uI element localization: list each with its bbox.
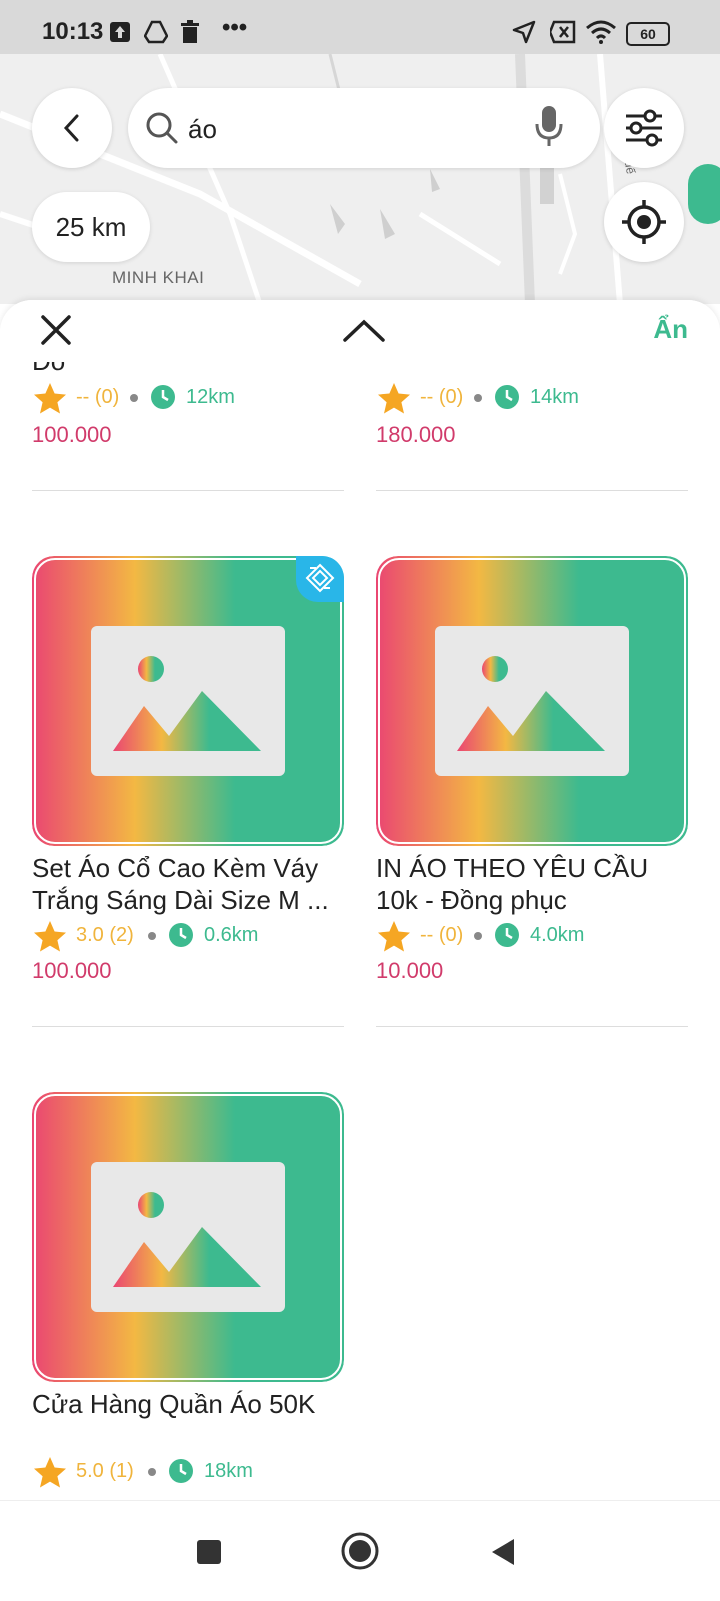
product-thumbnail[interactable] [32,1092,344,1382]
divider [32,1026,344,1027]
badge-icon [305,563,335,593]
product-meta: 5.0 (1) 18km [32,1456,344,1488]
close-icon[interactable] [40,314,72,346]
product-thumbnail[interactable] [32,556,344,846]
clock-icon [169,923,193,947]
meta-separator [148,932,156,940]
trash-notification-icon [181,20,199,43]
circle-nav-icon[interactable] [340,1531,380,1571]
clock-icon [151,385,175,409]
badge [296,556,344,602]
product-distance: 14km [530,386,579,408]
search-input[interactable] [186,108,530,150]
product-rating: -- (0) [420,924,464,946]
product-rating: 5.0 (1) [76,1460,134,1482]
product-meta: -- (0) 14km [376,382,688,414]
filter-button[interactable] [604,88,684,168]
product-price: 10.000 [376,958,444,983]
divider [376,490,688,491]
star-icon [378,383,410,414]
clock-icon [169,1459,193,1483]
star-icon [34,921,66,952]
results-list[interactable]: Đỏ -- (0) 12km 100.000 -- (0) 14km 180.0… [0,300,720,1500]
product-rating: -- (0) [420,386,464,408]
triangle-back-icon[interactable] [490,1537,516,1567]
product-price: 100.000 [32,422,112,447]
product-name-line: Trắng Sáng Dài Size M ... [32,885,329,915]
product-distance: 4.0km [530,924,585,946]
map-area-label: MINH KHAI [112,268,205,287]
image-placeholder-icon [376,556,688,846]
filter-sliders-icon [626,109,662,147]
star-icon [34,383,66,414]
drive-notification-icon [144,20,168,44]
sim-icon [550,20,576,44]
location-arrow-icon [512,20,536,44]
product-distance: 18km [204,1460,253,1482]
meta-separator [474,932,482,940]
wifi-icon [586,20,616,44]
back-button[interactable] [32,88,112,168]
divider [32,490,344,491]
hide-button[interactable]: Ẩn [653,314,688,345]
meta-separator [474,394,482,402]
product-distance: 12km [186,386,235,408]
square-nav-icon[interactable] [196,1539,222,1565]
sheet-header: Ẩn [0,300,720,362]
product-name: Set Áo Cổ Cao Kèm Váy Trắng Sáng Dài Siz… [32,852,344,916]
product-name-line: 10k - Đồng phục [376,885,567,915]
clock-icon [495,385,519,409]
product-name-line: Set Áo Cổ Cao Kèm Váy [32,853,319,883]
system-nav-bar [0,1500,720,1601]
product-rating: 3.0 (2) [76,924,134,946]
battery-level: 60 [640,26,656,42]
product-rating: -- (0) [76,386,120,408]
status-bar: 10:13 ••• 60 [0,0,720,54]
star-icon [34,1457,66,1488]
locate-icon [622,200,666,244]
search-icon [146,112,178,144]
mic-icon[interactable] [534,106,564,150]
battery-icon: 60 [626,22,670,46]
image-placeholder-icon [32,1092,344,1382]
results-sheet[interactable]: Đỏ -- (0) 12km 100.000 -- (0) 14km 180.0… [0,300,720,1500]
product-price: 100.000 [32,958,112,983]
status-time: 10:13 [42,18,104,45]
locate-button[interactable] [604,182,684,262]
more-notifications-icon: ••• [222,14,248,41]
product-meta: -- (0) 12km [32,382,344,414]
product-name-line: IN ÁO THEO YÊU CẦU [376,853,649,883]
meta-separator [148,1468,156,1476]
search-bar[interactable] [128,88,600,168]
product-distance: 0.6km [204,924,259,946]
back-arrow-icon [63,114,79,142]
star-icon [378,921,410,952]
product-thumbnail[interactable] [376,556,688,846]
clock-icon [495,923,519,947]
product-meta: 3.0 (2) 0.6km [32,920,344,952]
divider [376,1026,688,1027]
product-meta: -- (0) 4.0km [376,920,688,952]
meta-separator [130,394,138,402]
product-price: 180.000 [376,422,456,447]
chevron-up-icon[interactable] [342,318,386,344]
map-pin-partial[interactable] [688,164,720,224]
upload-notification-icon [110,22,130,42]
product-name: IN ÁO THEO YÊU CẦU 10k - Đồng phục [376,852,688,916]
product-name: Cửa Hàng Quần Áo 50K [32,1389,316,1419]
distance-filter-chip[interactable]: 25 km [32,192,150,262]
